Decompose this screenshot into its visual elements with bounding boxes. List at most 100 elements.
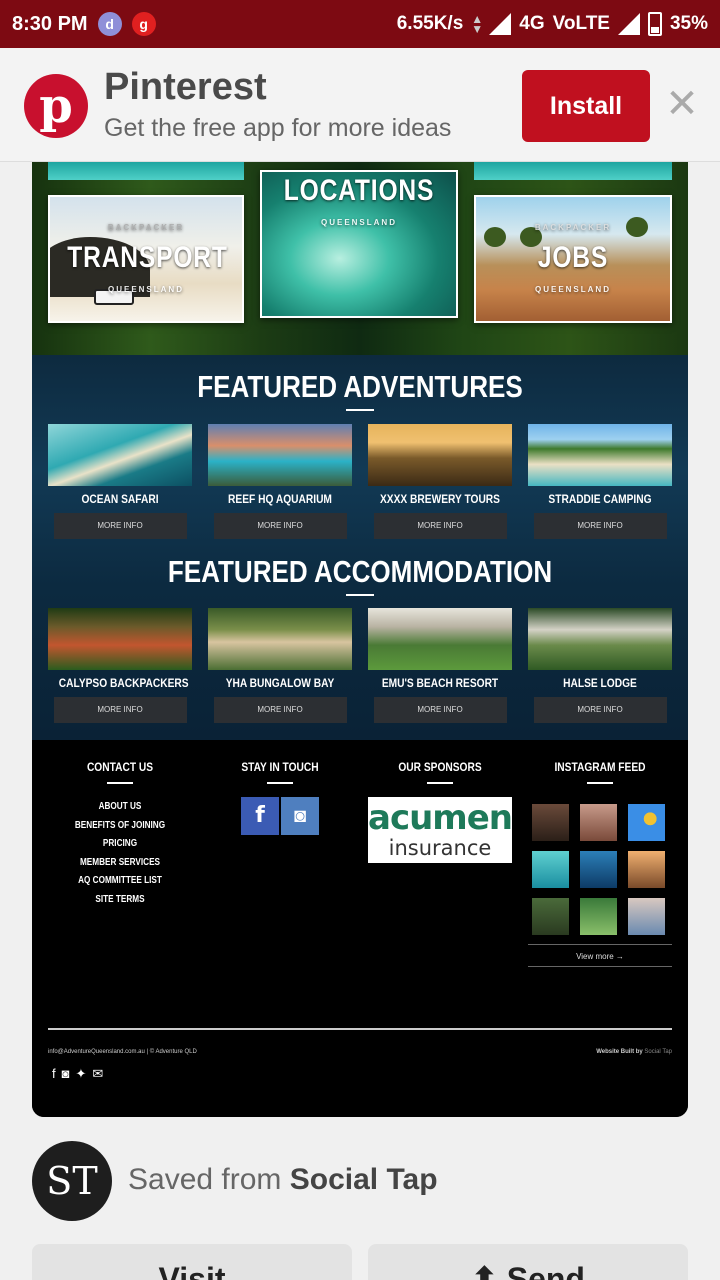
network-speed: 6.55K/s [396,13,464,34]
more-info-button[interactable]: MORE INFO [53,697,187,723]
divider [346,409,374,411]
instagram-photo[interactable] [580,804,617,841]
instagram-icon[interactable]: ◙ [281,797,319,835]
data-activity-icon: ▲ ▼ [471,12,484,36]
app-notification-icon: d [97,12,122,36]
calypso-image [48,608,192,670]
saved-from-source[interactable]: Social Tap [290,1163,438,1196]
send-button[interactable]: ⬆ Send [368,1244,688,1280]
volte-label: VoLTE [552,13,610,34]
footer-link-site-terms[interactable]: SITE TERMS [61,891,179,910]
facebook-icon[interactable]: f [241,797,279,835]
accommodation-tile[interactable]: EMU'S BEACH RESORT MORE INFO [368,608,512,723]
accommodation-tile[interactable]: YHA BUNGALOW BAY MORE INFO [208,608,352,723]
adventure-tile[interactable]: STRADDIE CAMPING MORE INFO [528,424,672,539]
tile-name: OCEAN SAFARI [81,492,159,506]
accommodation-tile[interactable]: CALYPSO BACKPACKERS MORE INFO [48,608,192,723]
status-indicators: 6.55K/s ▲ ▼ 4G VoLTE 35% [397,12,708,36]
instagram-photo[interactable] [580,851,617,888]
battery-level: 35% [669,13,708,34]
instagram-photo[interactable] [532,804,569,841]
instagram-photo[interactable] [628,851,665,888]
featured-section: FEATURED ADVENTURES OCEAN SAFARI MORE IN… [32,355,688,740]
adventure-tile[interactable]: REEF HQ AQUARIUM MORE INFO [208,424,352,539]
hero-section: LOCATIONS QUEENSLAND BACKPACKER TRANSPOR… [32,162,688,355]
sponsor-logo[interactable]: acumen insurance [368,797,513,863]
footer-credit: Website Built by Social Tap [596,1049,672,1055]
footer-link-committee[interactable]: AQ COMMITTEE LIST [61,872,179,891]
halse-lodge-image [528,608,672,670]
sponsors-column: OUR SPONSORS [368,760,512,784]
signal-icon [489,13,512,35]
app-install-banner: p Pinterest Get the free app for more id… [0,48,720,162]
tile-name: XXXX BREWERY TOURS [380,492,500,506]
transport-small: BACKPACKER [107,223,185,232]
more-info-button[interactable]: MORE INFO [373,513,507,539]
footer-divider [48,1028,672,1030]
tile-name: CALYPSO BACKPACKERS [58,676,189,690]
saved-from-text: Saved from Social Tap [128,1163,438,1197]
locations-region: QUEENSLAND [320,218,397,227]
sponsor-subtitle: insurance [388,836,492,860]
jobs-title: JOBS [537,241,609,274]
footer-link-about[interactable]: ABOUT US [61,798,179,817]
jobs-card[interactable]: BACKPACKER JOBS QUEENSLAND [474,195,672,323]
more-info-button[interactable]: MORE INFO [533,697,667,723]
straddie-camping-image [528,424,672,486]
instagram-photo[interactable] [628,804,665,841]
footer-social-icons: f ◙ ✦ ✉ [52,1066,103,1082]
visit-button[interactable]: Visit [32,1244,352,1280]
close-icon[interactable]: ✕ [664,84,700,124]
mail-icon[interactable]: ✉ [92,1066,103,1082]
app-notification-icon: g [131,12,156,36]
pinterest-logo-icon: p [24,74,88,138]
instagram-icon[interactable]: ◙ [62,1066,70,1082]
transport-region: QUEENSLAND [107,285,184,294]
jobs-small: BACKPACKER [534,223,612,232]
status-bar: 8:30 PM d g 6.55K/s ▲ ▼ 4G VoLTE 35% [0,0,720,48]
featured-adventures-title: FEATURED ADVENTURES [197,369,523,404]
social-buttons: f ◙ [208,797,352,835]
more-info-button[interactable]: MORE INFO [533,513,667,539]
accommodation-tile[interactable]: HALSE LODGE MORE INFO [528,608,672,723]
more-info-button[interactable]: MORE INFO [53,513,187,539]
instagram-column: INSTAGRAM FEED [528,760,672,784]
image-strip [48,162,244,180]
signal-icon [617,13,640,35]
yha-bungalow-image [208,608,352,670]
install-button[interactable]: Install [522,70,650,142]
pin-image[interactable]: LOCATIONS QUEENSLAND BACKPACKER TRANSPOR… [32,162,688,1117]
emus-beach-image [368,608,512,670]
transport-card[interactable]: BACKPACKER TRANSPORT QUEENSLAND [48,195,244,323]
reef-hq-image [208,424,352,486]
twitter-icon[interactable]: ✦ [75,1066,86,1082]
divider [346,594,374,596]
more-info-button[interactable]: MORE INFO [373,697,507,723]
facebook-icon[interactable]: f [52,1066,56,1082]
instagram-photo[interactable] [532,898,569,935]
saved-from-row[interactable]: ST Saved from Social Tap [32,1141,688,1221]
instagram-photo[interactable] [532,851,569,888]
more-info-button[interactable]: MORE INFO [213,513,347,539]
view-more-link[interactable]: View more → [528,952,672,961]
instagram-photo[interactable] [628,898,665,935]
footer-link-member-services[interactable]: MEMBER SERVICES [61,854,179,873]
ocean-safari-image [48,424,192,486]
sponsors-heading: OUR SPONSORS [398,760,482,774]
footer-email: info@AdventureQueensland.com.au | © Adve… [48,1049,197,1055]
sponsor-name: acumen [368,798,513,838]
avatar[interactable]: ST [32,1141,112,1221]
more-info-button[interactable]: MORE INFO [213,697,347,723]
adventure-tile[interactable]: OCEAN SAFARI MORE INFO [48,424,192,539]
footer-link-benefits[interactable]: BENEFITS OF JOINING [61,817,179,836]
tile-name: YHA BUNGALOW BAY [225,676,335,690]
adventure-tile[interactable]: XXXX BREWERY TOURS MORE INFO [368,424,512,539]
clock: 8:30 PM [12,12,88,35]
tile-name: REEF HQ AQUARIUM [228,492,332,506]
tile-name: HALSE LODGE [563,676,637,690]
image-strip [474,162,672,180]
locations-card[interactable]: LOCATIONS QUEENSLAND [260,170,458,318]
footer-link-pricing[interactable]: PRICING [61,835,179,854]
instagram-photo[interactable] [580,898,617,935]
built-by-name[interactable]: Social Tap [644,1049,672,1055]
